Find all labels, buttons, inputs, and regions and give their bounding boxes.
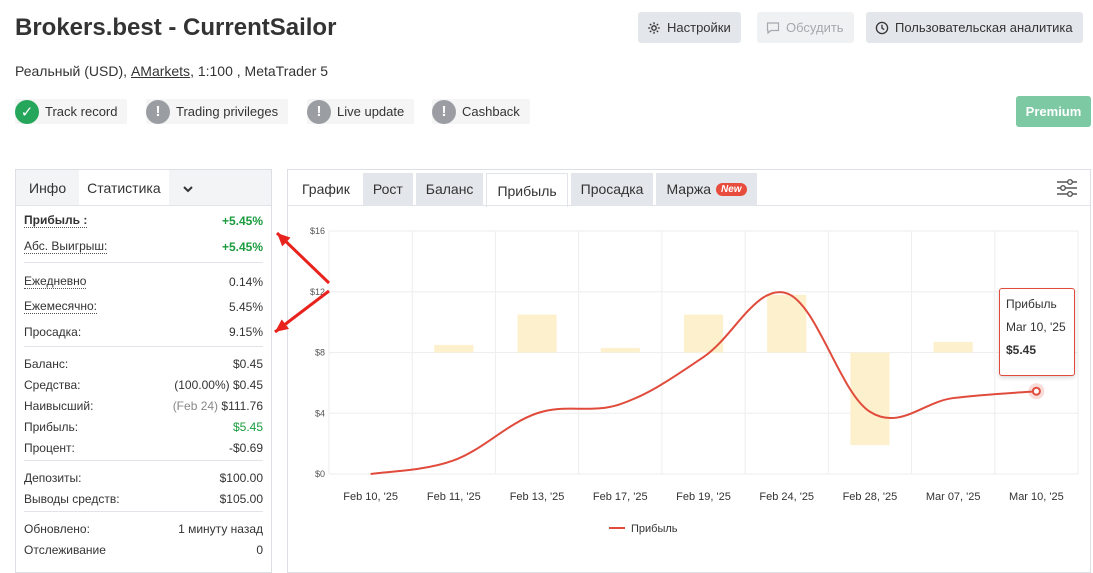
x-tick-label: Feb 17, '25 — [593, 491, 648, 503]
x-tick-label: Feb 19, '25 — [676, 491, 731, 503]
x-tick-label: Mar 10, '25 — [1009, 491, 1064, 503]
x-tick-label: Feb 24, '25 — [759, 491, 814, 503]
tooltip-series: Прибыль — [1006, 297, 1057, 311]
y-tick-label: $4 — [315, 408, 325, 418]
x-tick-label: Feb 10, '25 — [343, 491, 398, 503]
profit-bar — [600, 347, 640, 353]
tooltip-value: $5.45 — [1006, 343, 1037, 357]
legend-label: Прибыль — [631, 523, 678, 535]
x-tick-label: Feb 28, '25 — [843, 491, 898, 503]
x-tick-label: Mar 07, '25 — [926, 491, 981, 503]
tooltip-date: Mar 10, '25 — [1006, 320, 1066, 334]
y-tick-label: $8 — [315, 348, 325, 358]
profit-bar — [517, 314, 557, 353]
y-tick-label: $16 — [310, 226, 325, 236]
profit-bar — [683, 314, 724, 353]
hover-point — [1031, 386, 1041, 396]
profit-chart: $0$4$8$12$16Feb 10, '25 Feb 11, '25 Feb 13… — [274, 226, 1079, 535]
y-tick-label: $0 — [315, 469, 325, 479]
chart-tooltip: Прибыль Mar 10, '25 $5.45 — [999, 288, 1075, 376]
x-tick-label: Feb 11, '25 — [427, 491, 481, 503]
profit-bar — [434, 344, 474, 353]
profit-bar — [933, 341, 973, 353]
x-tick-label: Feb 13, '25 — [510, 491, 565, 503]
